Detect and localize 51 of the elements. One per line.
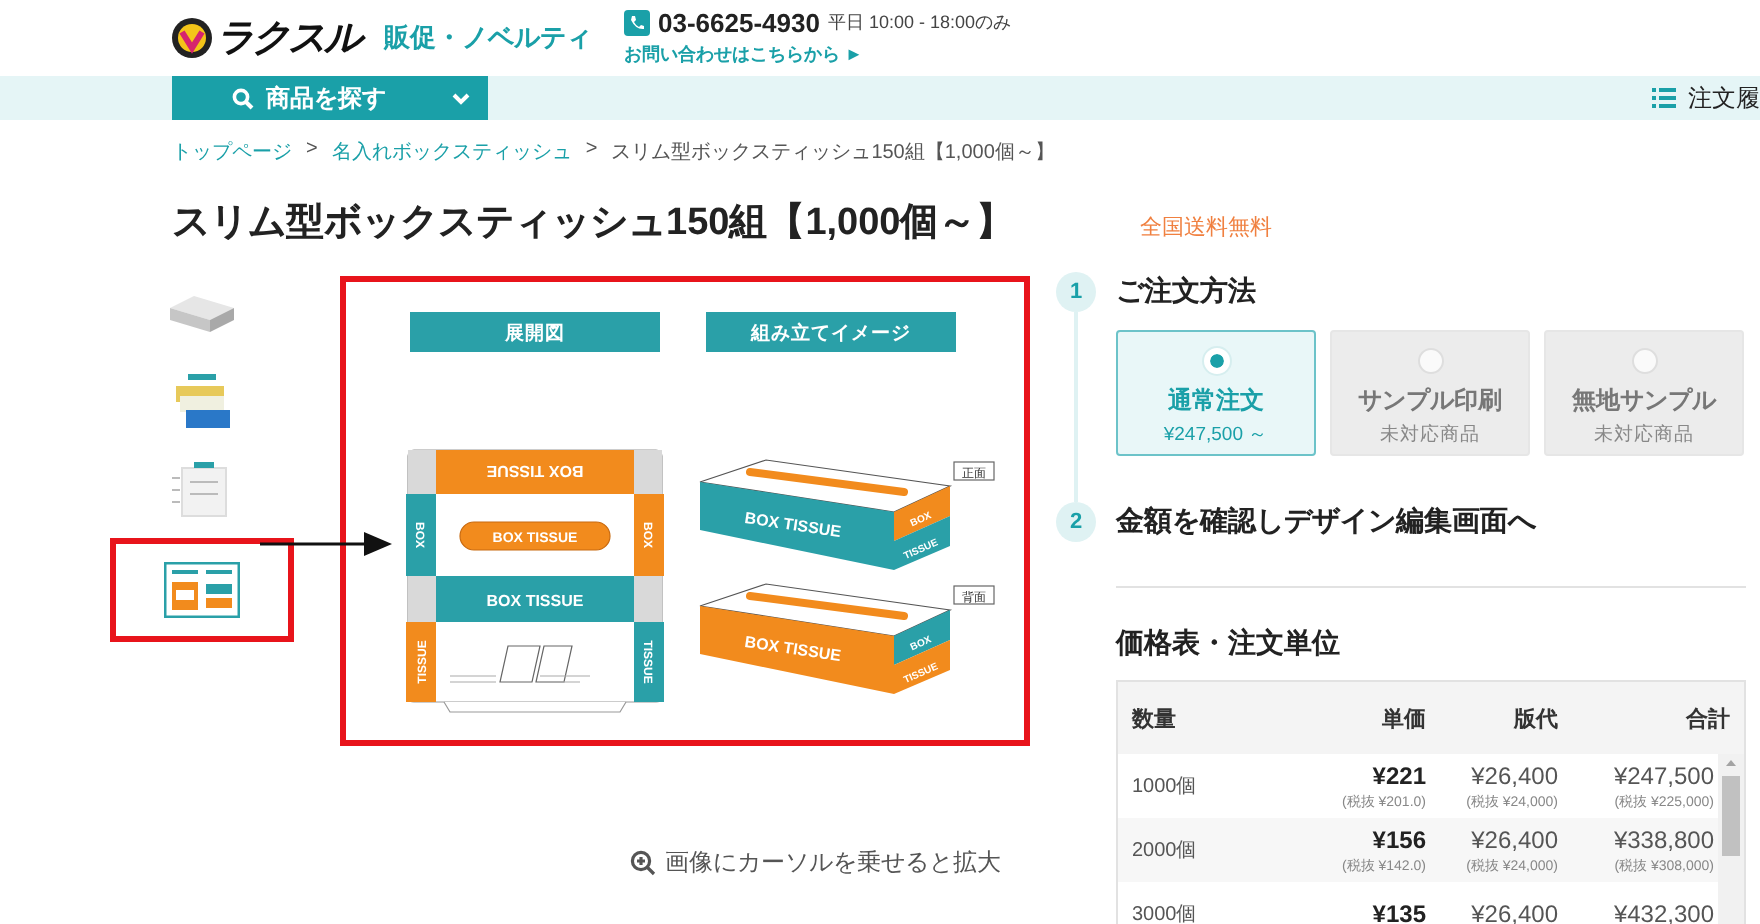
table-cell: ¥26,400 [1471, 761, 1558, 789]
list-icon [1652, 88, 1676, 108]
zoom-hint-text: 画像にカーソルを乗せると拡大 [665, 846, 1001, 880]
step-title: ご注文方法 [1116, 274, 1256, 310]
thumbnail[interactable] [166, 292, 238, 336]
search-products-button[interactable]: 商品を探す [172, 76, 488, 120]
print-text: BOX TISSUE [486, 592, 584, 610]
phone-icon [624, 10, 650, 36]
section-title: 価格表・注文単位 [1116, 626, 1342, 662]
column-header: 数量 [1129, 705, 1178, 733]
tagline: 販促・ノベルティ [384, 20, 594, 56]
zoom-in-icon [629, 850, 655, 876]
panel-header: 展開図 [410, 312, 660, 352]
step-number: 1 [1056, 272, 1096, 312]
table-cell: ¥221 [1372, 761, 1426, 789]
column-header: 版代 [1512, 705, 1560, 733]
table-cell: ¥338,800 [1613, 825, 1714, 853]
table-cell-text: 3000個 [1132, 902, 1197, 924]
table-cell-text: 2000個 [1132, 838, 1197, 864]
column-header: 合計 [1683, 705, 1730, 733]
breadcrumb-link[interactable]: トップページ [172, 138, 292, 166]
order-history-link[interactable]: 注文履 [1652, 81, 1760, 115]
table-cell: ¥26,400 [1471, 825, 1558, 853]
thumbnail[interactable] [172, 462, 232, 518]
breadcrumb-separator: > [585, 138, 598, 164]
logo-text[interactable]: ラクスル [216, 12, 360, 64]
thumbnail[interactable] [164, 562, 240, 618]
table-cell: ¥247,500 [1613, 761, 1714, 789]
free-shipping-label: 全国送料無料 [1140, 214, 1272, 242]
business-hours: 平日 10:00 - 18:00のみ [827, 10, 1012, 36]
table-cell: ¥156 [1372, 825, 1426, 853]
column-header: 単価 [1380, 705, 1426, 733]
step-number: 2 [1056, 502, 1096, 542]
breadcrumb-current: スリム型ボックスティッシュ150組【1,000個～】 [611, 139, 1055, 166]
breadcrumb-separator: > [306, 138, 318, 164]
table-cell: ¥135 [1372, 900, 1426, 924]
order-option[interactable]: 通常注文 ¥247,500 ～ [1116, 330, 1316, 456]
print-text: BOX TISSUE [486, 462, 584, 480]
product-title: スリム型ボックスティッシュ150組【1,000個～】 [172, 199, 1017, 248]
search-icon [232, 87, 254, 109]
logo-icon [172, 18, 212, 58]
step-title: 金額を確認しデザイン編集画面へ [1116, 504, 1536, 540]
table-cell-text: 1000個 [1132, 774, 1197, 800]
print-text: BOX TISSUE [743, 633, 842, 666]
print-text: BOX TISSUE [743, 509, 842, 542]
phone-number: 03-6625-4930 [658, 8, 820, 38]
panel-header: 組み立てイメージ [706, 312, 956, 352]
thumbnail[interactable] [172, 372, 232, 432]
arrow-icon [260, 532, 392, 556]
contact-link[interactable]: お問い合わせはこちらから ► [624, 42, 1012, 68]
breadcrumb-link[interactable]: 名入れボックスティッシュ [331, 138, 572, 166]
